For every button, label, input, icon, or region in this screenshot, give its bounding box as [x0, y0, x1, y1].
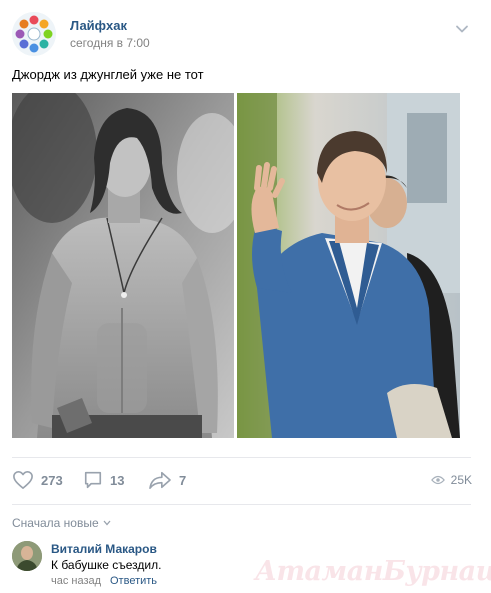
view-counter: 25K	[430, 466, 472, 494]
comment-time[interactable]: час назад	[51, 575, 101, 587]
community-logo-icon	[12, 12, 56, 56]
actions-divider-bottom	[12, 504, 471, 505]
post-photo-right[interactable]	[237, 93, 460, 438]
post-text: Джордж из джунглей уже не тот	[12, 67, 204, 82]
view-count: 25K	[450, 473, 472, 487]
share-button[interactable]: 7	[148, 466, 186, 494]
reply-button[interactable]: Ответить	[110, 575, 157, 587]
post-photo-left[interactable]	[12, 93, 234, 438]
actions-divider-top	[12, 457, 471, 458]
comment-text: К бабушке съездил.	[51, 558, 162, 572]
comment-button[interactable]: 13	[83, 466, 124, 494]
post-time[interactable]: сегодня в 7:00	[70, 36, 150, 50]
commenter-avatar[interactable]	[12, 541, 42, 571]
comment-sort-label: Сначала новые	[12, 516, 99, 530]
community-avatar[interactable]	[12, 12, 56, 56]
comment-author[interactable]: Виталий Макаров	[51, 542, 157, 556]
like-count: 273	[41, 472, 63, 488]
comment-count: 13	[110, 472, 125, 488]
post-actions: 273 13 7 25K	[12, 466, 472, 494]
heart-icon	[13, 471, 33, 489]
post-header: Лайфхак сегодня в 7:00	[12, 12, 479, 58]
comment-sort-dropdown[interactable]: Сначала новые	[12, 516, 111, 530]
community-name[interactable]: Лайфхак	[70, 18, 127, 33]
comment-icon	[84, 471, 102, 489]
share-count: 7	[179, 472, 187, 488]
share-arrow-icon	[149, 471, 171, 489]
chevron-down-icon	[103, 520, 111, 526]
like-button[interactable]: 273	[12, 466, 63, 494]
chevron-down-icon[interactable]	[455, 22, 469, 36]
watermark: АтаманБурнаш для ЯП	[255, 556, 491, 587]
eye-icon	[430, 475, 445, 485]
